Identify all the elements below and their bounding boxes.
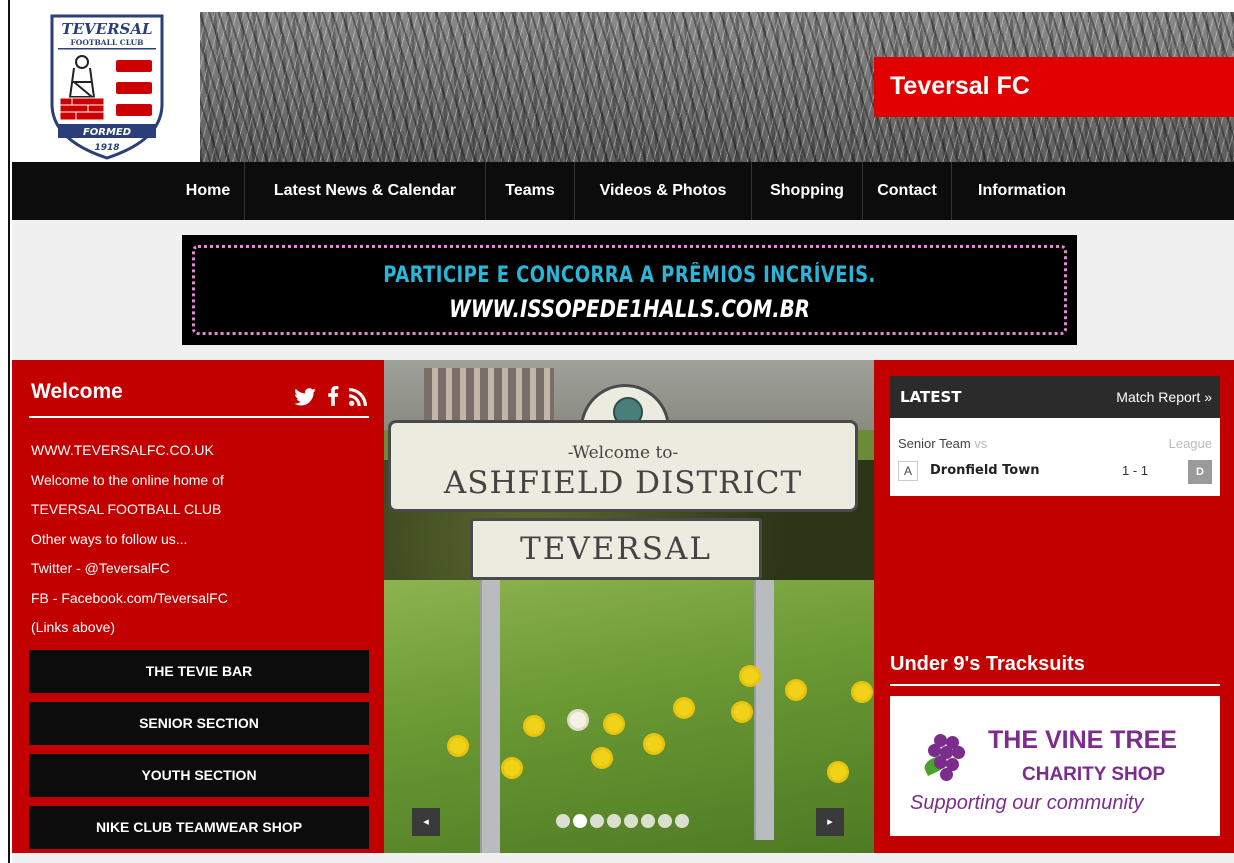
daffodil [504, 760, 520, 776]
welcome-line: Other ways to follow us... [31, 530, 188, 547]
vine-tree-advert[interactable]: THE VINE TREE CHARITY SHOP Supporting ou… [890, 696, 1220, 836]
fixture-opponent: Dronfield Town [930, 463, 1040, 478]
promo-title[interactable]: Under 9's Tracksuits [890, 646, 1220, 686]
slider-dot[interactable] [556, 814, 570, 828]
slider-dot-active[interactable] [573, 814, 587, 828]
nav-videos-photos[interactable]: Videos & Photos [575, 162, 751, 220]
daffodil [676, 700, 692, 716]
fixture-competition: League [1168, 436, 1212, 451]
welcome-header: Welcome [29, 370, 369, 418]
home-away-badge: A [898, 461, 918, 481]
main-nav: Home Latest News & Calendar Teams Videos… [12, 162, 1234, 220]
fixture-team-name: Senior Team [898, 436, 971, 451]
welcome-title: Welcome [31, 380, 123, 403]
facebook-icon[interactable] [327, 386, 339, 412]
club-logo[interactable]: TEVERSAL FOOTBALL CLUB FORMED 1918 [12, 12, 200, 162]
logo-club-sub: FOOTBALL CLUB [70, 38, 143, 47]
welcome-text: WWW.TEVERSALFC.CO.UK Welcome to the onli… [29, 436, 369, 643]
latest-title: LATEST [900, 388, 962, 406]
sign-welcome-text: -Welcome to- [567, 443, 679, 463]
daffodil [526, 718, 542, 734]
grapes-icon [916, 734, 966, 786]
nav-information[interactable]: Information [952, 162, 1092, 220]
site-title[interactable]: Teversal FC [874, 57, 1234, 117]
social-links [288, 386, 367, 412]
site-header: TEVERSAL FOOTBALL CLUB FORMED 1918 Tever… [12, 12, 1234, 162]
slider-next-button[interactable]: ▸ [816, 808, 844, 836]
daffodil [594, 750, 610, 766]
fixture-score: 1 - 1 [1122, 463, 1149, 478]
nav-home[interactable]: Home [172, 162, 244, 220]
nav-teams[interactable]: Teams [486, 162, 574, 220]
right-sidebar: LATEST Match Report » Senior Team vs Lea… [890, 376, 1220, 836]
slider-dot[interactable] [607, 814, 621, 828]
twitter-icon[interactable] [294, 388, 316, 412]
slider-pager [556, 814, 692, 833]
daffodil [854, 684, 870, 700]
fixture-team: Senior Team vs [898, 436, 987, 451]
welcome-panel: Welcome WWW.TEVERSALFC.CO.UK Welcome to … [29, 370, 369, 858]
slider-dot[interactable] [658, 814, 672, 828]
welcome-line: WWW.TEVERSALFC.CO.UK [31, 442, 214, 458]
senior-section-button[interactable]: SENIOR SECTION [29, 701, 369, 745]
nav-latest-news[interactable]: Latest News & Calendar [245, 162, 485, 220]
main-content: Welcome WWW.TEVERSALFC.CO.UK Welcome to … [12, 360, 1234, 853]
tevie-bar-button[interactable]: THE TEVIE BAR [29, 649, 369, 693]
fixture-vs: vs [974, 436, 988, 451]
sign-main: -Welcome to- ASHFIELD DISTRICT [388, 420, 858, 512]
banner-area: PARTICIPE E CONCORRA A PRÊMIOS INCRÍVEIS… [12, 220, 1234, 360]
welcome-line: Welcome to the online home of [31, 471, 224, 488]
shop-tagline: Supporting our community [910, 792, 1144, 814]
footer-strip [12, 853, 1234, 863]
daffodil [830, 764, 846, 780]
sign-town: TEVERSAL [470, 518, 762, 580]
advert-banner[interactable]: PARTICIPE E CONCORRA A PRÊMIOS INCRÍVEIS… [182, 235, 1077, 345]
left-border [0, 0, 10, 863]
welcome-line: Twitter - @TeversalFC [31, 560, 170, 576]
slider-prev-button[interactable]: ◂ [412, 808, 440, 836]
logo-formed: FORMED [83, 127, 131, 138]
sign-post-right [754, 580, 774, 840]
nike-teamwear-shop-button[interactable]: NIKE CLUB TEAMWEAR SHOP [29, 805, 369, 849]
slider-dot[interactable] [675, 814, 689, 828]
match-report-link[interactable]: Match Report » [1116, 389, 1212, 405]
result-badge: D [1188, 460, 1212, 484]
latest-result-widget: LATEST Match Report » Senior Team vs Lea… [890, 376, 1220, 496]
slider-dot[interactable] [624, 814, 638, 828]
slide-grass [384, 580, 874, 853]
rss-icon[interactable] [349, 388, 367, 412]
daffodil [646, 736, 662, 752]
daffodil [742, 668, 758, 684]
sign-town-text: TEVERSAL [520, 531, 712, 567]
latest-header: LATEST Match Report » [890, 376, 1220, 418]
sign-district-text: ASHFIELD DISTRICT [443, 465, 803, 501]
slider-dot[interactable] [641, 814, 655, 828]
image-slider[interactable]: -Welcome to- ASHFIELD DISTRICT TEVERSAL … [384, 360, 874, 853]
daffodil [450, 738, 466, 754]
welcome-line: FB - Facebook.com/TeversalFC [31, 589, 228, 606]
logo-club-name: TEVERSAL [61, 20, 152, 38]
welcome-line: TEVERSAL FOOTBALL CLUB [31, 501, 222, 517]
slider-dot[interactable] [590, 814, 604, 828]
welcome-line: (Links above) [31, 619, 116, 635]
sign-post-left [480, 580, 500, 853]
daffodil [734, 704, 750, 720]
logo-year: 1918 [94, 143, 119, 153]
nav-shopping[interactable]: Shopping [752, 162, 862, 220]
latest-fixture[interactable]: Senior Team vs League A Dronfield Town 1… [890, 418, 1220, 496]
club-crest-icon: TEVERSAL FOOTBALL CLUB FORMED 1918 [50, 14, 164, 160]
shop-name: THE VINE TREE [988, 726, 1177, 754]
advert-line-2: WWW.ISSOPEDE1HALLS.COM.BR [449, 295, 810, 323]
daffodil [570, 712, 586, 728]
shop-subtitle: CHARITY SHOP [1022, 764, 1166, 785]
daffodil [606, 716, 622, 732]
advert-line-1: PARTICIPE E CONCORRA A PRÊMIOS INCRÍVEIS… [383, 263, 876, 288]
youth-section-button[interactable]: YOUTH SECTION [29, 753, 369, 797]
daffodil [788, 682, 804, 698]
slide-building [424, 368, 554, 423]
nav-contact[interactable]: Contact [863, 162, 951, 220]
